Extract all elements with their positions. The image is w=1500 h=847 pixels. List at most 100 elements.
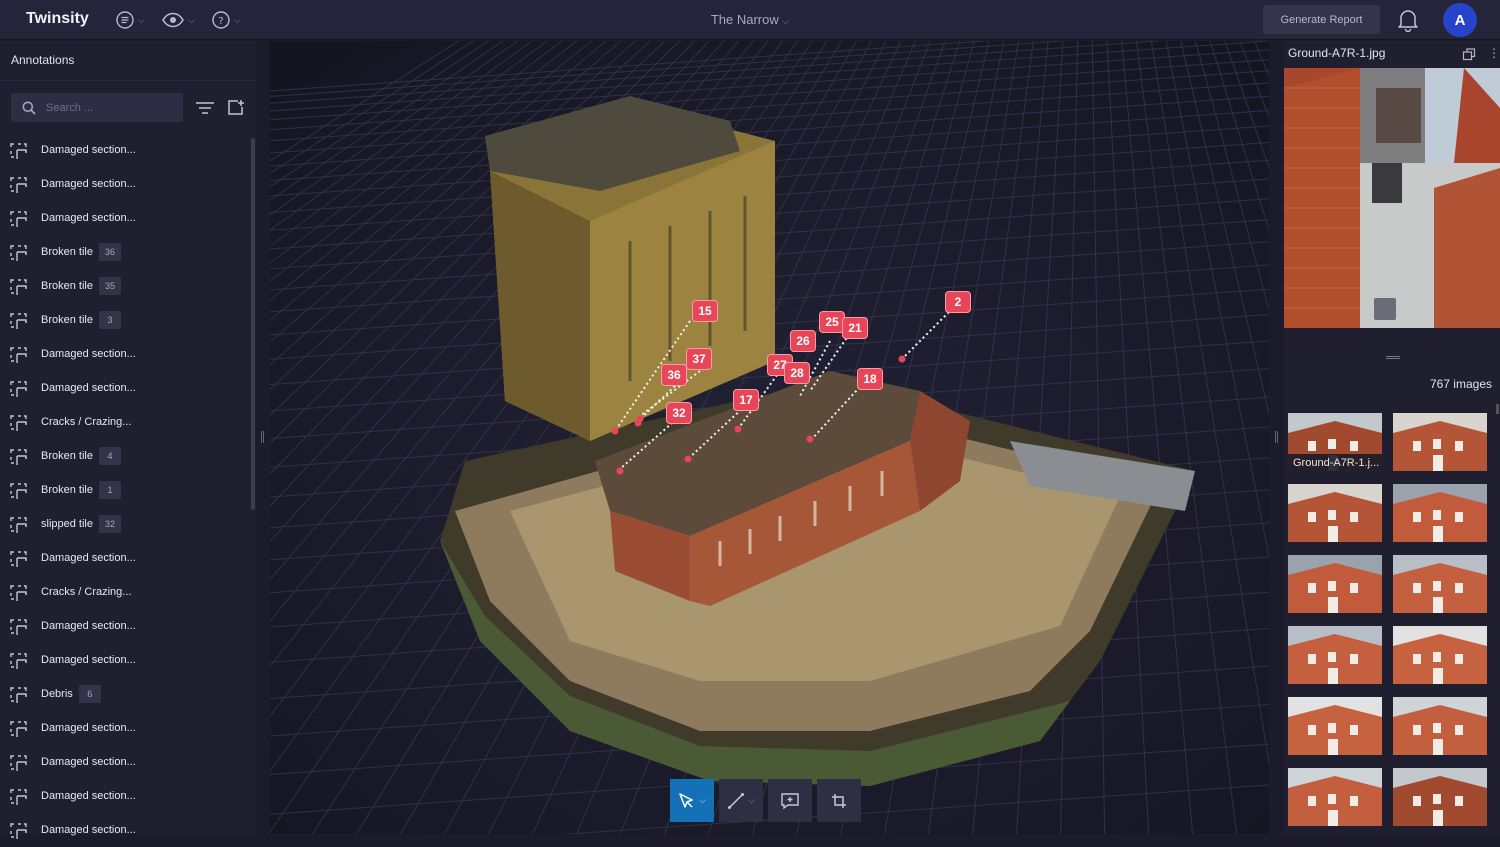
annotation-area-icon — [10, 686, 27, 703]
annotation-item[interactable]: Damaged section... — [0, 745, 250, 779]
annotation-area-icon — [10, 414, 27, 431]
annotation-item[interactable]: Damaged section... — [0, 201, 250, 235]
annotation-item[interactable]: Damaged section... — [0, 609, 250, 643]
annotation-area-icon — [10, 346, 27, 363]
3d-viewport[interactable]: 15 37 36 32 17 27 28 26 25 21 18 2 ⌵ ⌵ — [270, 41, 1269, 834]
left-resize-handle[interactable] — [261, 431, 264, 443]
annotation-area-icon — [10, 584, 27, 601]
svg-text:?: ? — [218, 16, 223, 27]
annotation-area-icon — [10, 448, 27, 465]
add-comment-tool[interactable] — [768, 779, 812, 822]
annotation-pin[interactable]: 21 — [842, 317, 868, 339]
list-scrollbar[interactable] — [251, 138, 255, 510]
annotation-pin[interactable]: 18 — [857, 368, 883, 390]
thumbnail-caption: Ground-A7R-1.j... — [1288, 454, 1382, 471]
annotation-item[interactable]: Broken tile 1 — [0, 473, 250, 507]
image-thumbnail[interactable]: Ground-A7R-1.j... — [1288, 413, 1382, 471]
thumbnail-image — [1393, 413, 1487, 471]
annotation-count-badge: 35 — [98, 277, 121, 295]
crop-tool[interactable] — [817, 779, 861, 822]
photo-frame-marker[interactable] — [1374, 298, 1396, 320]
visibility-dropdown[interactable]: ⌵ — [162, 10, 195, 30]
user-avatar[interactable]: A — [1443, 3, 1477, 37]
chevron-down-icon: ⌵ — [699, 795, 706, 805]
thumbnail-image — [1393, 626, 1487, 684]
annotation-item[interactable]: Broken tile 3 — [0, 303, 250, 337]
annotation-item[interactable]: slipped tile 32 — [0, 507, 250, 541]
image-thumbnail[interactable] — [1288, 626, 1382, 684]
annotation-pin[interactable]: 2 — [945, 291, 971, 313]
annotation-item[interactable]: Damaged section... — [0, 779, 250, 813]
annotation-label: Damaged section... — [41, 552, 136, 564]
search-input[interactable] — [46, 101, 166, 114]
annotation-label: Broken tile — [41, 280, 93, 292]
image-thumbnail[interactable] — [1288, 484, 1382, 542]
project-name: The Narrow — [710, 12, 779, 27]
annotation-item[interactable]: Damaged section... — [0, 167, 250, 201]
annotation-pin[interactable]: 36 — [661, 364, 687, 386]
right-resize-handle[interactable] — [1275, 431, 1278, 443]
annotation-item[interactable]: Damaged section... — [0, 541, 250, 575]
annotations-title: Annotations — [11, 53, 75, 67]
annotation-item[interactable]: Damaged section... — [0, 643, 250, 677]
thumbnail-scrollbar[interactable] — [1496, 404, 1499, 414]
notification-bell-icon[interactable] — [1397, 8, 1419, 32]
annotation-item[interactable]: Broken tile 35 — [0, 269, 250, 303]
annotation-label: Broken tile — [41, 314, 93, 326]
menu-dropdown[interactable]: ⌵ — [116, 10, 145, 30]
annotation-item[interactable]: Cracks / Crazing... — [0, 405, 250, 439]
annotation-count-badge: 32 — [98, 515, 121, 533]
annotation-pin[interactable]: 17 — [733, 389, 759, 411]
annotation-pin[interactable]: 37 — [686, 348, 712, 370]
image-thumbnail[interactable] — [1393, 484, 1487, 542]
app-logo[interactable]: Twinsity — [26, 10, 89, 28]
chevron-down-icon: ⌵ — [188, 14, 195, 25]
image-thumbnail[interactable] — [1288, 697, 1382, 755]
image-thumbnail[interactable] — [1393, 697, 1487, 755]
search-box[interactable] — [11, 93, 183, 122]
annotation-item[interactable]: Broken tile 4 — [0, 439, 250, 473]
generate-report-button[interactable]: Generate Report — [1263, 5, 1380, 34]
annotation-area-icon — [10, 278, 27, 295]
annotation-item[interactable]: Debris 6 — [0, 677, 250, 711]
annotation-item[interactable]: Broken tile 36 — [0, 235, 250, 269]
crop-icon — [832, 793, 846, 808]
annotation-pin[interactable]: 15 — [692, 300, 718, 322]
annotations-panel: Annotations Damaged section... Damaged se… — [0, 41, 256, 839]
annotation-area-icon — [10, 210, 27, 227]
image-thumbnail[interactable] — [1288, 555, 1382, 613]
image-preview[interactable] — [1284, 68, 1500, 328]
annotation-item[interactable]: Damaged section... — [0, 337, 250, 371]
thumbnail-image — [1393, 555, 1487, 613]
select-tool[interactable]: ⌵ — [670, 779, 714, 822]
annotation-item[interactable]: Damaged section... — [0, 813, 250, 847]
annotation-label: Debris — [41, 688, 73, 700]
image-thumbnail[interactable] — [1393, 768, 1487, 826]
image-thumbnail[interactable] — [1288, 768, 1382, 826]
annotation-item[interactable]: Damaged section... — [0, 711, 250, 745]
annotation-pin[interactable]: 26 — [790, 330, 816, 352]
annotation-item[interactable]: Damaged section... — [0, 133, 250, 167]
image-thumbnail[interactable] — [1393, 626, 1487, 684]
annotation-item[interactable]: Damaged section... — [0, 371, 250, 405]
annotation-area-icon — [10, 176, 27, 193]
annotation-area-icon — [10, 550, 27, 567]
annotation-area-icon — [10, 720, 27, 737]
annotation-pin[interactable]: 28 — [784, 362, 810, 384]
annotation-pin[interactable]: 32 — [666, 402, 692, 424]
annotation-item[interactable]: Cracks / Crazing... — [0, 575, 250, 609]
annotation-label: Broken tile — [41, 450, 93, 462]
filter-icon[interactable] — [195, 101, 215, 115]
image-thumbnail[interactable] — [1393, 555, 1487, 613]
project-selector[interactable]: The Narrow ⌵ — [711, 12, 789, 27]
panel-split-handle[interactable] — [1386, 356, 1400, 359]
annotation-count-badge: 4 — [98, 447, 121, 465]
image-thumbnail[interactable] — [1393, 413, 1487, 471]
measure-tool[interactable]: ⌵ — [719, 779, 763, 822]
open-external-icon[interactable] — [1462, 47, 1476, 61]
more-options-icon[interactable]: ⋮ — [1488, 46, 1500, 60]
annotation-area-icon — [10, 312, 27, 329]
help-dropdown[interactable]: ? ⌵ — [212, 10, 241, 30]
add-annotation-icon[interactable] — [227, 99, 245, 117]
annotation-area-icon — [10, 244, 27, 261]
